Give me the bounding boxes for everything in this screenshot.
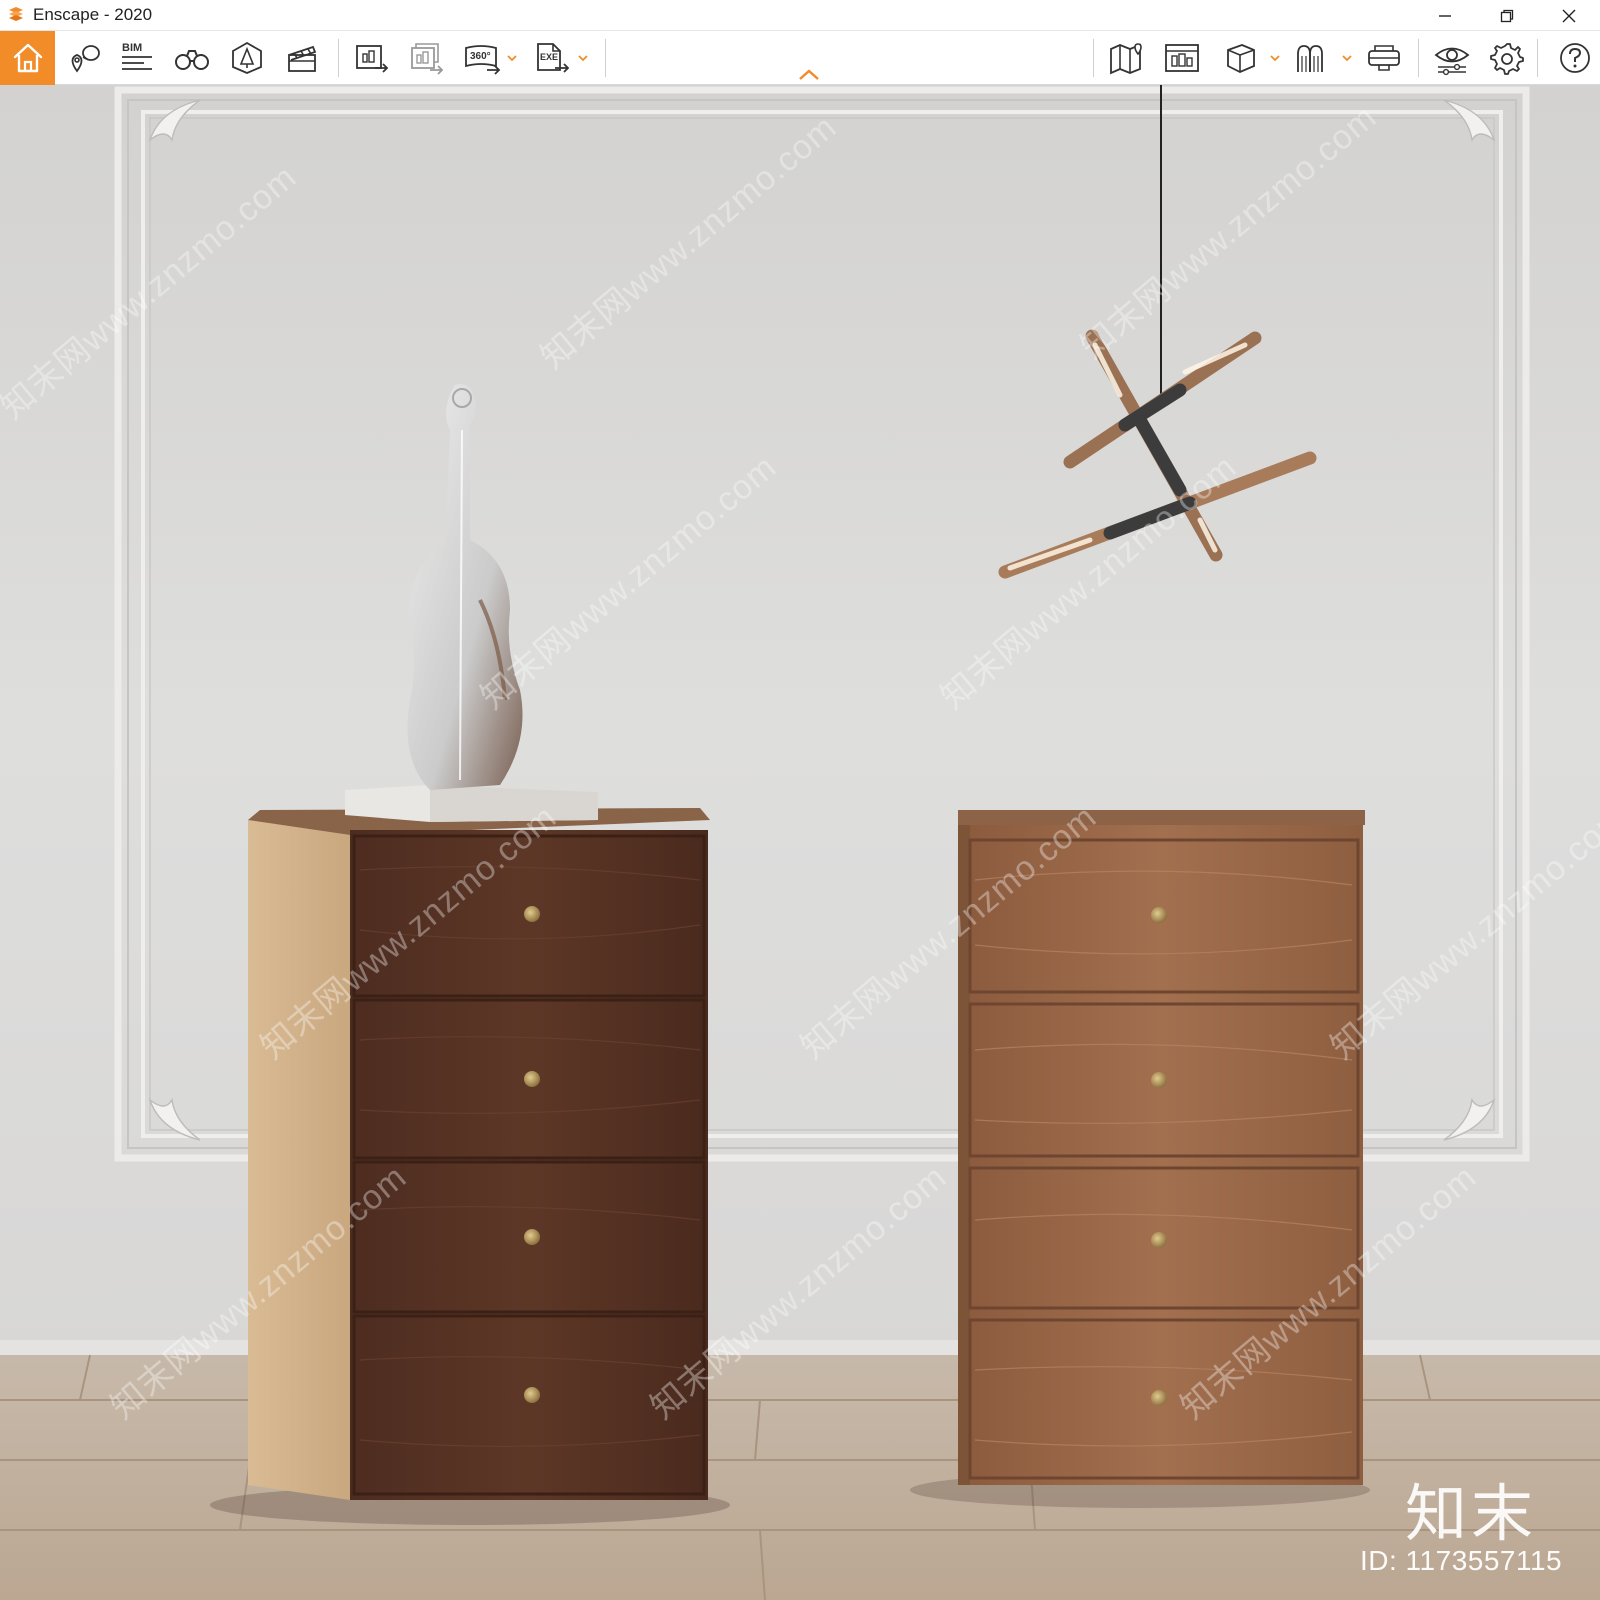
render-export-icon — [356, 45, 389, 73]
map-button[interactable] — [1105, 31, 1149, 85]
asset-library-icon — [1165, 44, 1199, 72]
binoculars-icon — [175, 50, 209, 70]
panorama-dropdown-chevron-down-icon[interactable] — [505, 31, 519, 85]
brand-logo: 知末 — [1405, 1477, 1538, 1550]
export-dropdown-chevron-down-icon[interactable] — [576, 31, 590, 85]
rendered-scene — [0, 85, 1600, 1600]
enscape-logo-icon — [5, 4, 27, 26]
bim-list-icon: BIM — [122, 42, 152, 70]
export-exe-icon: EXE — [537, 43, 570, 73]
cube-icon — [1227, 44, 1255, 73]
home-button[interactable] — [0, 31, 55, 85]
general-settings-button[interactable] — [1485, 31, 1529, 85]
light-view-button[interactable] — [225, 31, 269, 85]
views-button[interactable] — [62, 31, 106, 85]
panorama-icon: 360° — [465, 45, 501, 75]
collapse-toolbar-chevron-up-icon[interactable] — [796, 67, 822, 83]
svg-text:360°: 360° — [470, 51, 491, 62]
batch-render-icon — [411, 43, 444, 75]
panorama-button[interactable]: 360° — [460, 31, 504, 85]
help-button[interactable] — [1553, 31, 1597, 85]
render-viewport[interactable]: 知末网www.znzmo.com 知末网www.znzmo.com 知末网www… — [0, 85, 1600, 1600]
batch-render-button[interactable] — [405, 31, 449, 85]
window-title: Enscape - 2020 — [33, 5, 153, 24]
upload-button[interactable] — [1290, 31, 1334, 85]
location-pin-icon — [71, 45, 100, 73]
toolbar-separator — [338, 39, 339, 77]
eye-icon — [1434, 47, 1470, 76]
binoculars-button[interactable] — [170, 31, 214, 85]
material-editor-button[interactable] — [1218, 31, 1262, 85]
main-toolbar: BIM 360° EXE — [0, 31, 1600, 85]
home-icon — [13, 43, 42, 73]
title-bar: Enscape - 2020 — [0, 0, 1600, 31]
screenshot-button[interactable] — [350, 31, 394, 85]
vr-headset-icon — [1368, 45, 1400, 71]
svg-text:BIM: BIM — [122, 42, 142, 54]
help-icon — [1560, 43, 1590, 73]
export-exe-button[interactable]: EXE — [530, 31, 574, 85]
upload-icon — [1297, 45, 1323, 72]
toolbar-separator — [605, 39, 606, 77]
restore-icon[interactable] — [1476, 0, 1538, 31]
bim-button[interactable]: BIM — [115, 31, 159, 85]
svg-text:EXE: EXE — [540, 52, 558, 62]
minimize-icon[interactable] — [1414, 0, 1476, 31]
light-view-icon — [232, 41, 262, 74]
map-icon — [1110, 43, 1142, 75]
asset-library-button[interactable] — [1160, 31, 1204, 85]
video-editor-button[interactable] — [280, 31, 324, 85]
clapperboard-icon — [288, 45, 317, 72]
upload-dropdown-chevron-down-icon[interactable] — [1340, 31, 1354, 85]
toolbar-separator — [1093, 39, 1094, 77]
gear-icon — [1490, 43, 1524, 75]
toolbar-separator — [1418, 39, 1419, 77]
visual-settings-button[interactable] — [1430, 31, 1474, 85]
toolbar-separator — [1537, 39, 1538, 77]
asset-id-label: ID: 1173557115 — [1360, 1545, 1563, 1576]
vr-headset-button[interactable] — [1362, 31, 1406, 85]
close-icon[interactable] — [1538, 0, 1600, 31]
material-dropdown-chevron-down-icon[interactable] — [1268, 31, 1282, 85]
